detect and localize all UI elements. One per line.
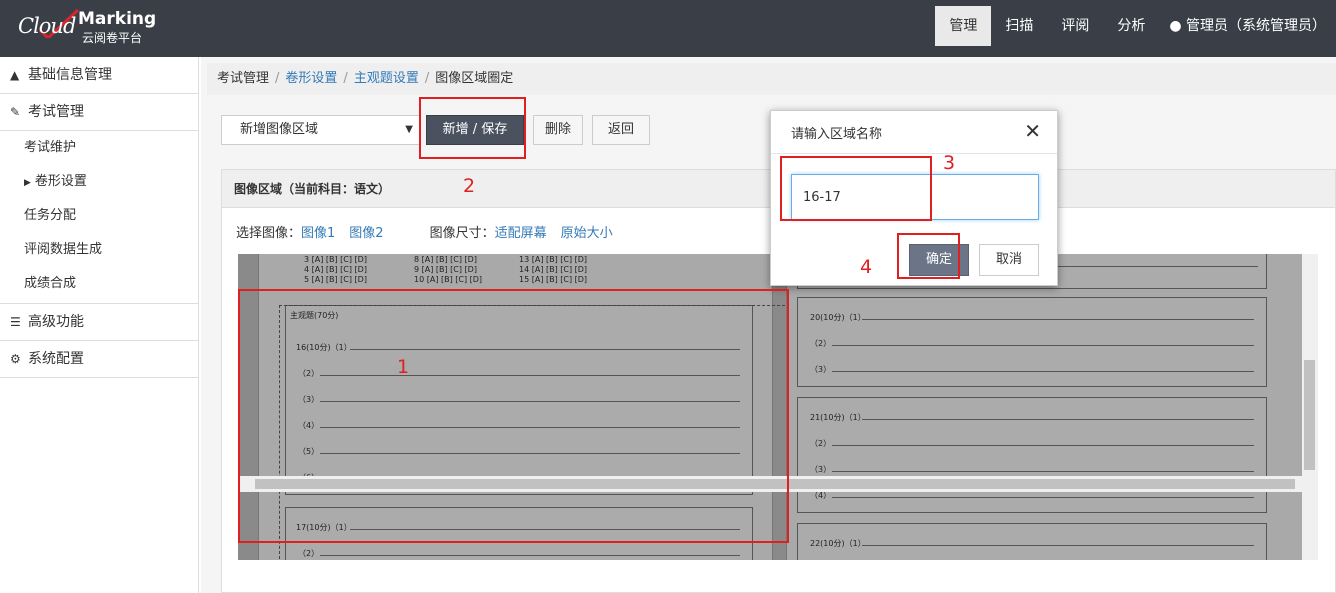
breadcrumb-sep: /	[424, 71, 430, 86]
q21-box: 21(10分)（1） （2） （3） （4）	[797, 397, 1267, 513]
sidebar-exam-mgmt-label: 考试管理	[28, 104, 84, 120]
logo-subtitle: 云阅卷平台	[82, 31, 143, 45]
mc-row: 13 [A] [B] [C] [D]	[519, 255, 588, 264]
image-size-label: 图像尺寸：	[429, 226, 495, 241]
top-navbar: Cloud Marking 云阅卷平台 管理 扫描 评阅 分析 ● 管理员（系统…	[0, 0, 1336, 57]
delete-button[interactable]: 删除	[533, 115, 583, 145]
region-type-select-value: 新增图像区域	[240, 122, 319, 137]
logo-marking-text: Marking	[78, 9, 157, 29]
cancel-button[interactable]: 取消	[979, 244, 1039, 276]
caret-right-icon: ▶	[24, 178, 31, 188]
breadcrumb-exam-mgmt: 考试管理	[217, 71, 270, 86]
sidebar-advanced[interactable]: ☰ 高级功能	[0, 304, 198, 341]
annotation-number-4: 4	[860, 256, 873, 278]
q22-label: 22(10分)（1）	[810, 539, 866, 548]
sidebar-sys-config-label: 系统配置	[28, 351, 84, 367]
image-2-link[interactable]: 图像2	[349, 226, 383, 241]
annotation-box-1	[238, 289, 789, 543]
q21-part: （3）	[810, 465, 832, 474]
fit-screen-link[interactable]: 适配屏幕	[495, 226, 547, 241]
gears-icon: ⚙	[10, 352, 21, 366]
sidebar-sys-config[interactable]: ⚙ 系统配置	[0, 341, 198, 378]
answer-line	[862, 419, 1254, 420]
mc-row: 4 [A] [B] [C] [D]	[304, 265, 367, 274]
dialog-title: 请输入区域名称	[791, 127, 883, 142]
cloudmarking-logo[interactable]: Cloud Marking 云阅卷平台	[18, 8, 168, 48]
mc-row: 9 [A] [B] [C] [D]	[414, 265, 477, 274]
annotation-box-3	[780, 156, 932, 221]
mc-row: 14 [A] [B] [C] [D]	[519, 265, 588, 274]
breadcrumb-current: 图像区域圈定	[435, 71, 514, 86]
q20-part: （2）	[810, 339, 832, 348]
sidebar-item-sheet-settings[interactable]: ▶ 卷形设置	[0, 165, 198, 199]
mc-row: 8 [A] [B] [C] [D]	[414, 255, 477, 264]
image-1-link[interactable]: 图像1	[301, 226, 335, 241]
original-size-link[interactable]: 原始大小	[561, 226, 613, 241]
sidebar-item-exam-maintenance[interactable]: 考试维护	[0, 131, 198, 165]
answer-sheet-page-right: 20(10分)（1） （2） （3） 21(10分)（1） （2） （3） （4…	[786, 254, 1318, 560]
annotation-number-1: 1	[397, 356, 410, 378]
caret-down-icon: ▼	[405, 124, 413, 135]
breadcrumb-subjective-settings[interactable]: 主观题设置	[354, 71, 419, 86]
breadcrumb-sheet-settings[interactable]: 卷形设置	[285, 71, 337, 86]
answer-line	[832, 445, 1254, 446]
mc-row: 15 [A] [B] [C] [D]	[519, 275, 588, 284]
mc-row: 10 [A] [B] [C] [D]	[414, 275, 483, 284]
user-label: 管理员（系统管理员）	[1186, 18, 1326, 34]
server-icon: ☰	[10, 315, 21, 329]
answer-line	[832, 471, 1254, 472]
user-icon: ●	[1169, 18, 1182, 34]
sidebar-exam-mgmt[interactable]: ✎ 考试管理	[0, 94, 198, 131]
answer-line	[862, 319, 1254, 320]
main-nav: 管理 扫描 评阅 分析 ● 管理员（系统管理员）	[935, 6, 1336, 46]
answer-line	[832, 371, 1254, 372]
answer-line	[832, 497, 1254, 498]
mc-row: 3 [A] [B] [C] [D]	[304, 255, 367, 264]
annotation-box-2	[419, 97, 526, 159]
select-image-label: 选择图像：	[236, 226, 302, 241]
sidebar-item-sheet-settings-label: 卷形设置	[34, 174, 87, 189]
sidebar-exam-submenu: 考试维护 ▶ 卷形设置 任务分配 评阅数据生成 成绩合成	[0, 131, 198, 304]
q20-label: 20(10分)（1）	[810, 313, 866, 322]
close-icon[interactable]: ✕	[1024, 119, 1041, 143]
nav-analysis[interactable]: 分析	[1103, 6, 1159, 46]
image-options: 选择图像：图像1 图像2 图像尺寸：适配屏幕 原始大小	[236, 222, 613, 241]
q20-box: 20(10分)（1） （2） （3）	[797, 297, 1267, 387]
q20-part: （3）	[810, 365, 832, 374]
dialog-divider	[771, 153, 1057, 154]
region-type-select[interactable]: 新增图像区域 ▼	[221, 115, 420, 145]
breadcrumb: 考试管理 / 卷形设置 / 主观题设置 / 图像区域圈定	[207, 63, 1336, 95]
nav-review[interactable]: 评阅	[1047, 6, 1103, 46]
logo-cloud-text: Cloud	[18, 14, 76, 38]
sidebar-item-score-merge[interactable]: 成绩合成	[0, 267, 198, 301]
sitemap-icon: ▲	[10, 68, 20, 82]
q21-label: 21(10分)（1）	[810, 413, 866, 422]
sidebar-advanced-label: 高级功能	[28, 314, 84, 330]
annotation-box-4	[897, 233, 960, 279]
sidebar: ▲ 基础信息管理 ✎ 考试管理 考试维护 ▶ 卷形设置 任务分配 评阅数据生成 成绩合…	[0, 57, 199, 593]
nav-scan[interactable]: 扫描	[991, 6, 1047, 46]
edit-icon: ✎	[10, 105, 21, 119]
answer-line	[862, 545, 1254, 546]
sidebar-item-task-assign[interactable]: 任务分配	[0, 199, 198, 233]
sidebar-base-info[interactable]: ▲ 基础信息管理	[0, 57, 198, 94]
answer-line	[832, 345, 1254, 346]
breadcrumb-sep: /	[275, 71, 280, 86]
sidebar-base-info-label: 基础信息管理	[28, 67, 112, 83]
breadcrumb-sep: /	[343, 71, 348, 86]
user-menu[interactable]: ● 管理员（系统管理员）	[1159, 6, 1336, 46]
annotation-number-2: 2	[463, 175, 476, 197]
mc-row: 5 [A] [B] [C] [D]	[304, 275, 367, 284]
sidebar-item-review-data[interactable]: 评阅数据生成	[0, 233, 198, 267]
vertical-scrollbar[interactable]	[1302, 254, 1318, 560]
nav-manage[interactable]: 管理	[935, 6, 992, 46]
annotation-number-3: 3	[943, 152, 956, 174]
q21-part: （2）	[810, 439, 832, 448]
scroll-thumb[interactable]	[1304, 360, 1315, 470]
q22-box: 22(10分)（1）	[797, 523, 1267, 560]
back-button[interactable]: 返回	[592, 115, 650, 145]
